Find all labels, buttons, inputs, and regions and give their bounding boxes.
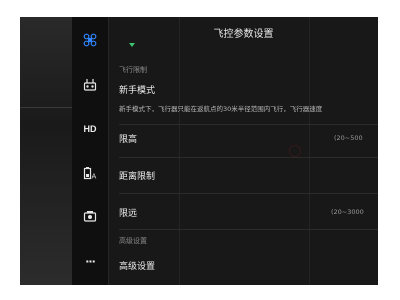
- distance-limit-label: 距离限制: [119, 172, 156, 182]
- hd-icon: HD: [83, 124, 97, 134]
- novice-mode-label: 新手模式: [119, 86, 156, 96]
- svg-text:A: A: [92, 173, 97, 181]
- altitude-limit-label: 限高: [119, 135, 138, 145]
- divider: [119, 124, 378, 125]
- background-grid-line: [309, 17, 310, 285]
- more-icon: ···: [85, 254, 96, 268]
- flight-control-settings-panel: 飞控参数设置 飞行限制 新手模式 新手模式下，飞行器只能在返航点的30米半径范围…: [109, 17, 378, 285]
- app-window: HD A ··· 飞控参数设置 飞行限制 新手模式 新手模式下，飞行器只能在返航…: [20, 17, 378, 285]
- max-distance-label: 限远: [119, 209, 138, 219]
- divider: [119, 157, 378, 158]
- battery-icon: A: [83, 167, 97, 181]
- background-grid-line: [179, 17, 180, 285]
- sidebar-item-remote[interactable]: [72, 71, 108, 99]
- divider: [119, 229, 378, 230]
- novice-mode-description: 新手模式下，飞行器只能在返航点的30米半径范围内飞行，飞行器速度: [119, 105, 323, 113]
- altitude-limit-range: (20~500: [334, 134, 363, 142]
- sidebar-item-camera[interactable]: [72, 202, 108, 230]
- chevron-down-icon: [129, 43, 135, 47]
- drone-icon: [83, 33, 97, 47]
- sidebar-item-hd[interactable]: HD: [72, 115, 108, 143]
- advanced-settings-label: 高级设置: [119, 262, 156, 272]
- max-distance-range: (20~3000: [331, 208, 364, 216]
- section-header-flight-limits: 飞行限制: [119, 66, 147, 74]
- sidebar-item-more[interactable]: ···: [72, 247, 108, 275]
- sidebar-item-aircraft[interactable]: [72, 26, 108, 54]
- settings-sidebar: HD A ···: [72, 17, 109, 285]
- camera-preview: [20, 17, 72, 285]
- page-title: 飞控参数设置: [213, 29, 274, 40]
- background-marker: [289, 145, 301, 157]
- divider: [119, 193, 378, 194]
- remote-controller-icon: [83, 79, 97, 91]
- sidebar-item-battery[interactable]: A: [72, 159, 108, 187]
- section-header-advanced: 高级设置: [119, 237, 147, 245]
- camera-icon: [83, 211, 97, 222]
